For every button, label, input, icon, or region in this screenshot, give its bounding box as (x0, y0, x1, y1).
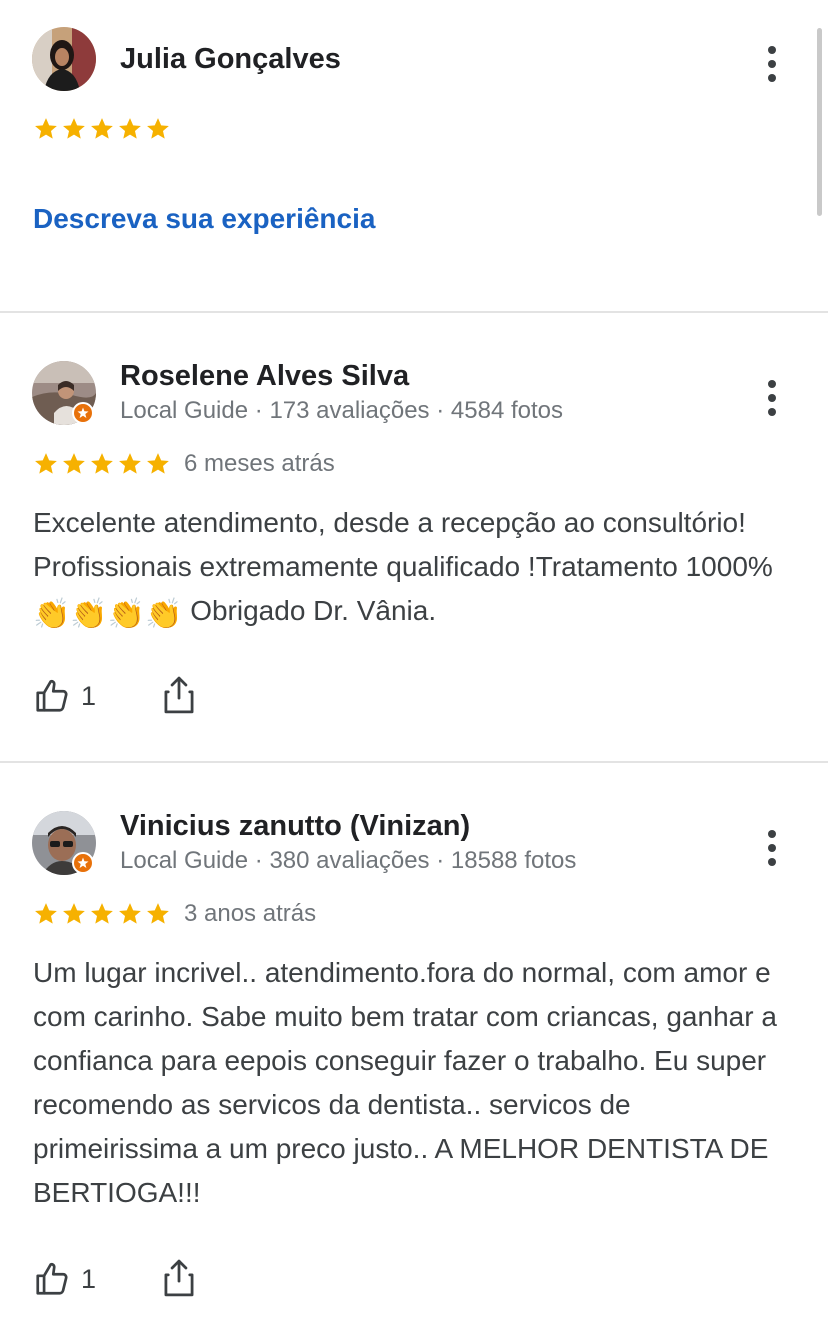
review-card: Roselene Alves Silva Local Guide · 173 a… (0, 313, 828, 761)
share-icon (164, 1259, 194, 1297)
review-card: Vinicius zanutto (Vinizan) Local Guide ·… (0, 763, 828, 1342)
share-button[interactable] (160, 1258, 198, 1298)
star-icon (147, 453, 169, 474)
reviewer-name[interactable]: Vinicius zanutto (Vinizan) (120, 810, 470, 843)
local-guide-icon (72, 852, 94, 874)
like-count: 1 (81, 1263, 97, 1294)
meta-separator: · (436, 847, 445, 874)
clapping-hands-emoji: 👏👏👏👏 (33, 598, 183, 631)
star-icon (147, 903, 169, 924)
star-icon[interactable] (61, 116, 87, 142)
photos-count: 18588 fotos (450, 847, 577, 874)
meta-separator: · (436, 397, 445, 424)
like-button[interactable]: 1 (33, 677, 96, 715)
thumbs-up-icon (36, 679, 68, 712)
star-icon (119, 903, 141, 924)
star-icon (63, 903, 85, 924)
star-icon[interactable] (89, 116, 115, 142)
reviewer-meta: Local Guide · 173 avaliações · 4584 foto… (120, 397, 563, 425)
reviewer-name[interactable]: Roselene Alves Silva (120, 360, 409, 393)
more-vert-icon[interactable] (767, 46, 777, 82)
like-count: 1 (81, 680, 97, 711)
review-text: Excelente atendimento, desde a recepção … (33, 501, 803, 633)
reviews-count: 173 avaliações (269, 397, 430, 424)
more-vert-icon[interactable] (767, 380, 777, 416)
star-icon (63, 453, 85, 474)
review-text-part: Obrigado Dr. Vânia. (190, 595, 437, 626)
star-icon[interactable] (145, 116, 171, 142)
star-icon (91, 903, 113, 924)
review-date: 3 anos atrás (184, 900, 317, 927)
star-icon (91, 453, 113, 474)
describe-experience-link[interactable]: Descreva sua experiência (33, 203, 375, 235)
review-rating-stars (33, 901, 171, 927)
star-icon (35, 453, 57, 474)
user-rating-stars[interactable] (33, 116, 171, 142)
like-button[interactable]: 1 (33, 1260, 96, 1298)
local-guide-label: Local Guide (120, 397, 249, 424)
user-avatar[interactable] (32, 27, 96, 91)
reviews-count: 380 avaliações (269, 847, 430, 874)
share-icon (164, 676, 194, 714)
star-icon[interactable] (117, 116, 143, 142)
reviewer-meta: Local Guide · 380 avaliações · 18588 fot… (120, 847, 576, 875)
photos-count: 4584 fotos (450, 397, 563, 424)
user-review-section: Julia Gonçalves Descreva sua experiência (0, 0, 828, 312)
review-text: Um lugar incrivel.. atendimento.fora do … (33, 957, 777, 1208)
local-guide-label: Local Guide (120, 847, 249, 874)
meta-separator: · (254, 847, 263, 874)
review-rating-stars (33, 451, 171, 477)
review-text-part: Excelente atendimento, desde a recepção … (33, 507, 773, 582)
user-name: Julia Gonçalves (120, 43, 341, 75)
share-button[interactable] (160, 675, 198, 715)
star-icon (35, 903, 57, 924)
star-icon (119, 453, 141, 474)
star-icon[interactable] (33, 116, 59, 142)
review-date: 6 meses atrás (184, 450, 335, 477)
local-guide-icon (72, 402, 94, 424)
meta-separator: · (254, 397, 263, 424)
thumbs-up-icon (36, 1262, 68, 1295)
more-vert-icon[interactable] (767, 830, 777, 866)
